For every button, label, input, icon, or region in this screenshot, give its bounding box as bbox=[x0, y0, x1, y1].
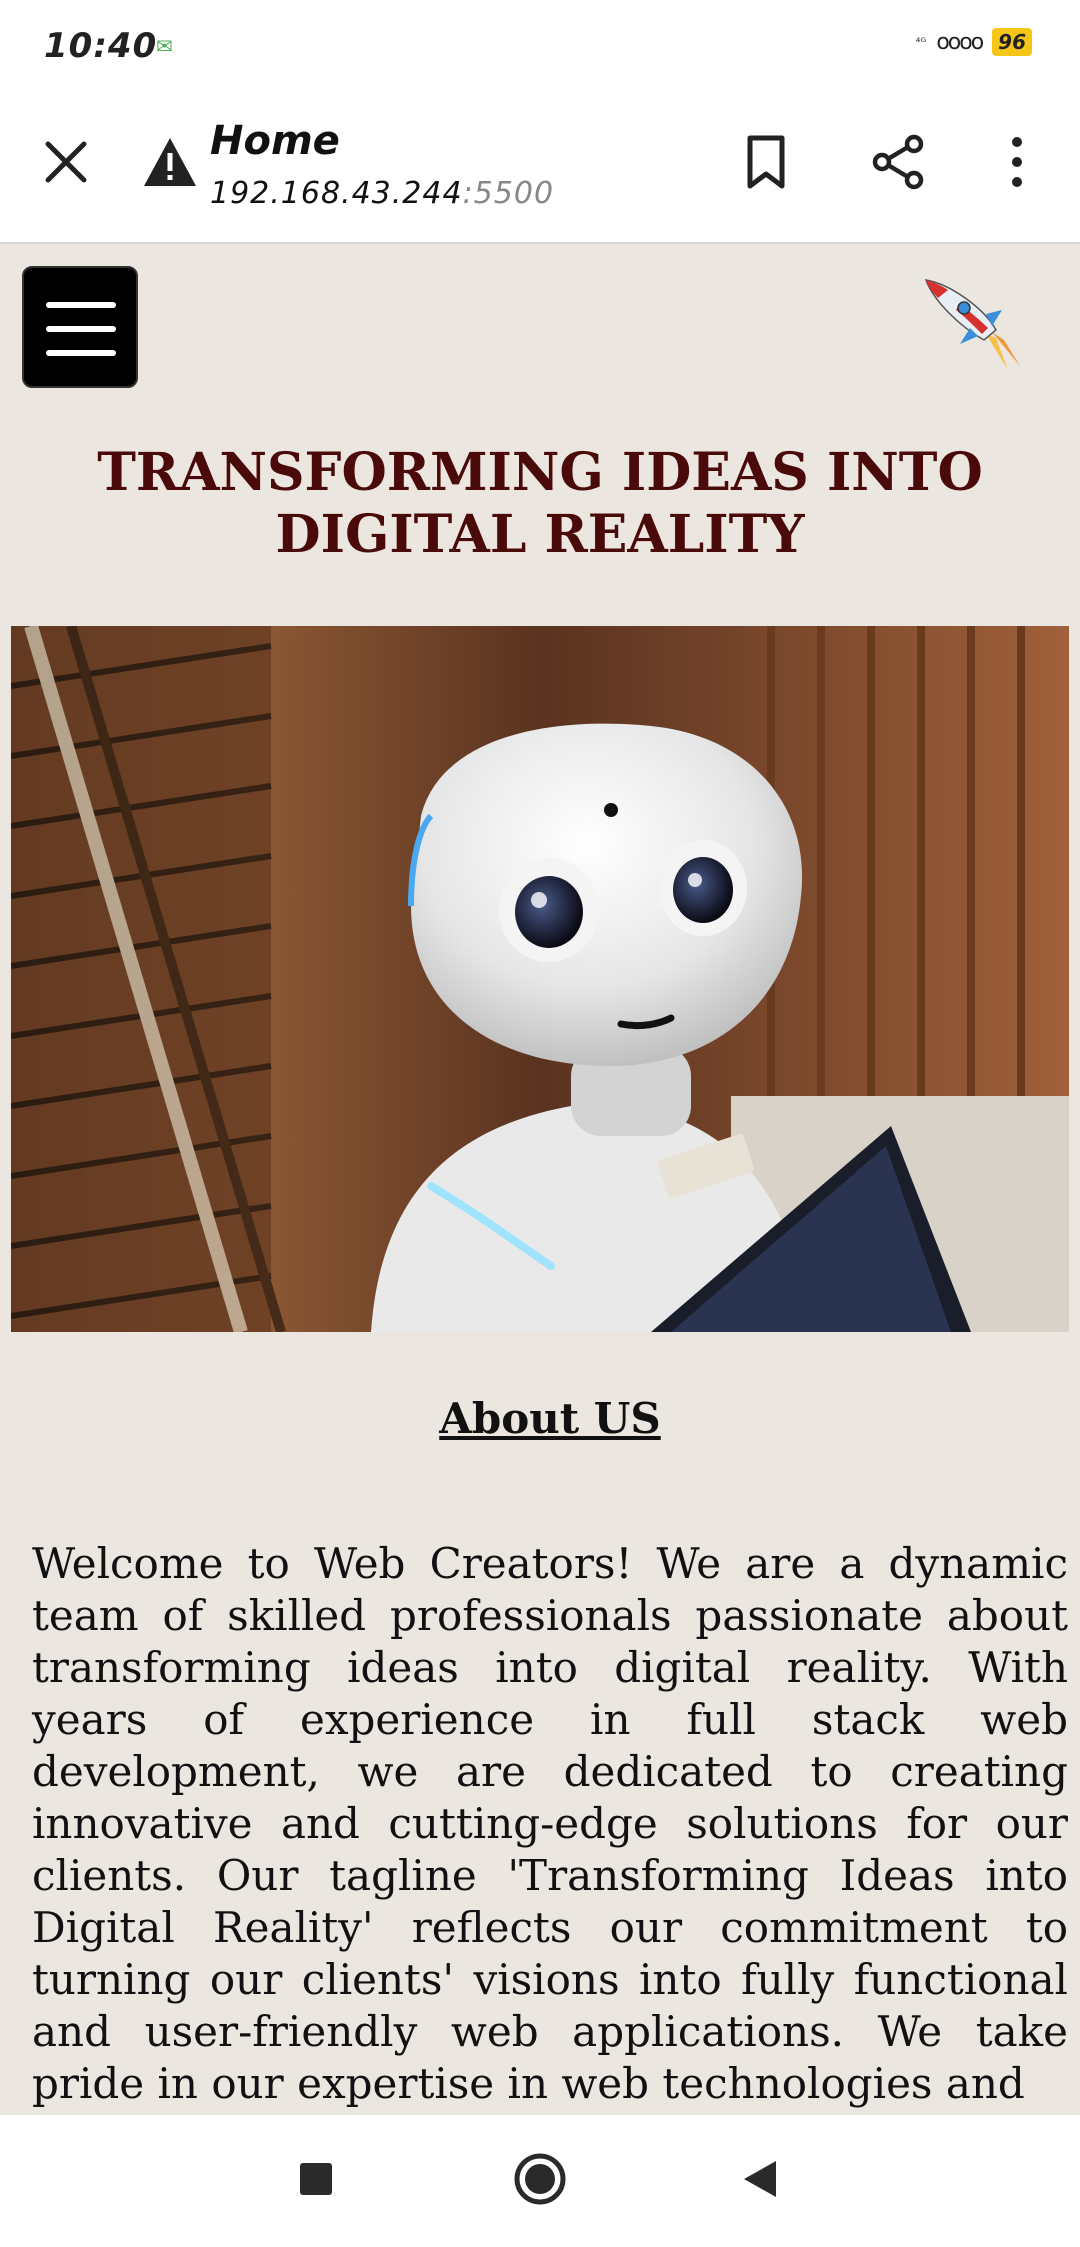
url-bar[interactable]: 192.168.43.244:5500 bbox=[210, 176, 554, 211]
home-circle-icon[interactable] bbox=[512, 2151, 568, 2207]
url-host: 192.168.43.244 bbox=[210, 176, 463, 211]
warning-icon[interactable] bbox=[142, 136, 198, 188]
status-time: 10:40 bbox=[44, 26, 158, 66]
about-paragraph: Welcome to Web Creators! We are a dynami… bbox=[32, 1539, 1068, 2108]
close-icon[interactable] bbox=[38, 134, 94, 190]
share-icon[interactable] bbox=[868, 132, 928, 192]
notification-icon: ✉ bbox=[156, 34, 173, 58]
page-title: Home bbox=[210, 118, 340, 164]
bookmark-icon[interactable] bbox=[738, 132, 794, 192]
signal-icon: ᴏᴏᴏᴏ bbox=[936, 29, 984, 55]
robot-hero-image bbox=[11, 626, 1069, 1332]
hero-headline: TRANSFORMING IDEAS INTO DIGITAL REALITY bbox=[97, 442, 983, 565]
about-heading: About US bbox=[439, 1394, 661, 1443]
system-nav-bar bbox=[0, 2114, 1080, 2247]
hamburger-menu-button[interactable] bbox=[22, 266, 138, 388]
more-vert-icon[interactable] bbox=[1000, 132, 1034, 192]
recents-square-icon[interactable] bbox=[296, 2159, 336, 2199]
back-triangle-icon[interactable] bbox=[740, 2157, 780, 2201]
battery-indicator: 96 bbox=[992, 28, 1032, 56]
url-port: :5500 bbox=[462, 176, 555, 211]
network-indicator: ⁴ᴳ bbox=[915, 35, 927, 49]
status-icons: ⁴ᴳ ᴏᴏᴏᴏ 96 bbox=[916, 28, 1032, 56]
browser-toolbar: Home 192.168.43.244:5500 bbox=[0, 92, 1080, 244]
status-bar: 10:40 ✉ ⁴ᴳ ᴏᴏᴏᴏ 96 bbox=[0, 0, 1080, 92]
web-page: TRANSFORMING IDEAS INTO DIGITAL REALITY bbox=[0, 244, 1080, 2114]
rocket-logo-icon bbox=[924, 279, 1020, 370]
